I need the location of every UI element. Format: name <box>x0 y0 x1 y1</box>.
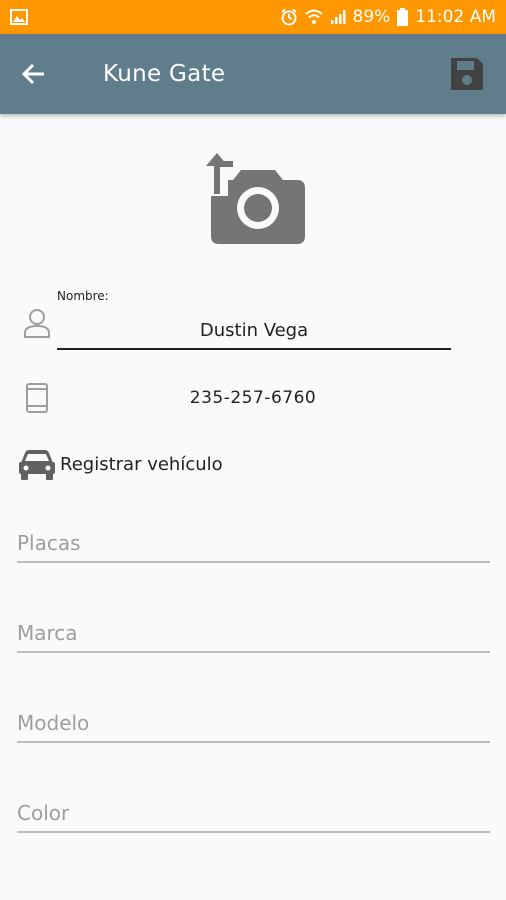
app-bar: Kune Gate <box>0 34 506 114</box>
arrow-back-icon[interactable] <box>18 58 50 90</box>
plates-underline <box>17 561 490 563</box>
phone-number: 235-257-6760 <box>189 388 317 408</box>
brand-placeholder: Marca <box>17 621 78 645</box>
image-icon <box>10 9 28 29</box>
clock-time: 11:02 AM <box>415 7 496 27</box>
model-underline <box>17 741 490 743</box>
wifi-icon <box>304 9 323 25</box>
plates-placeholder: Placas <box>17 531 81 555</box>
name-label: Nombre: <box>57 289 109 303</box>
register-vehicle-label[interactable]: Registrar vehículo <box>60 454 223 475</box>
camera-switch-icon[interactable] <box>203 150 309 248</box>
car-icon <box>18 449 56 481</box>
color-underline <box>17 831 490 833</box>
battery-icon <box>397 8 409 26</box>
brand-underline <box>17 651 490 653</box>
alarm-icon <box>280 8 298 26</box>
model-placeholder: Modelo <box>17 711 90 735</box>
name-underline <box>57 348 451 350</box>
status-bar: 89% 11:02 AM <box>0 0 506 34</box>
name-input[interactable]: Dustin Vega <box>57 320 451 341</box>
signal-icon <box>330 9 346 25</box>
person-icon <box>23 308 51 338</box>
app-title: Kune Gate <box>103 61 226 87</box>
save-icon[interactable] <box>448 55 486 93</box>
color-placeholder: Color <box>17 801 70 825</box>
tablet-icon <box>26 383 48 413</box>
battery-percent: 89% <box>352 7 391 27</box>
